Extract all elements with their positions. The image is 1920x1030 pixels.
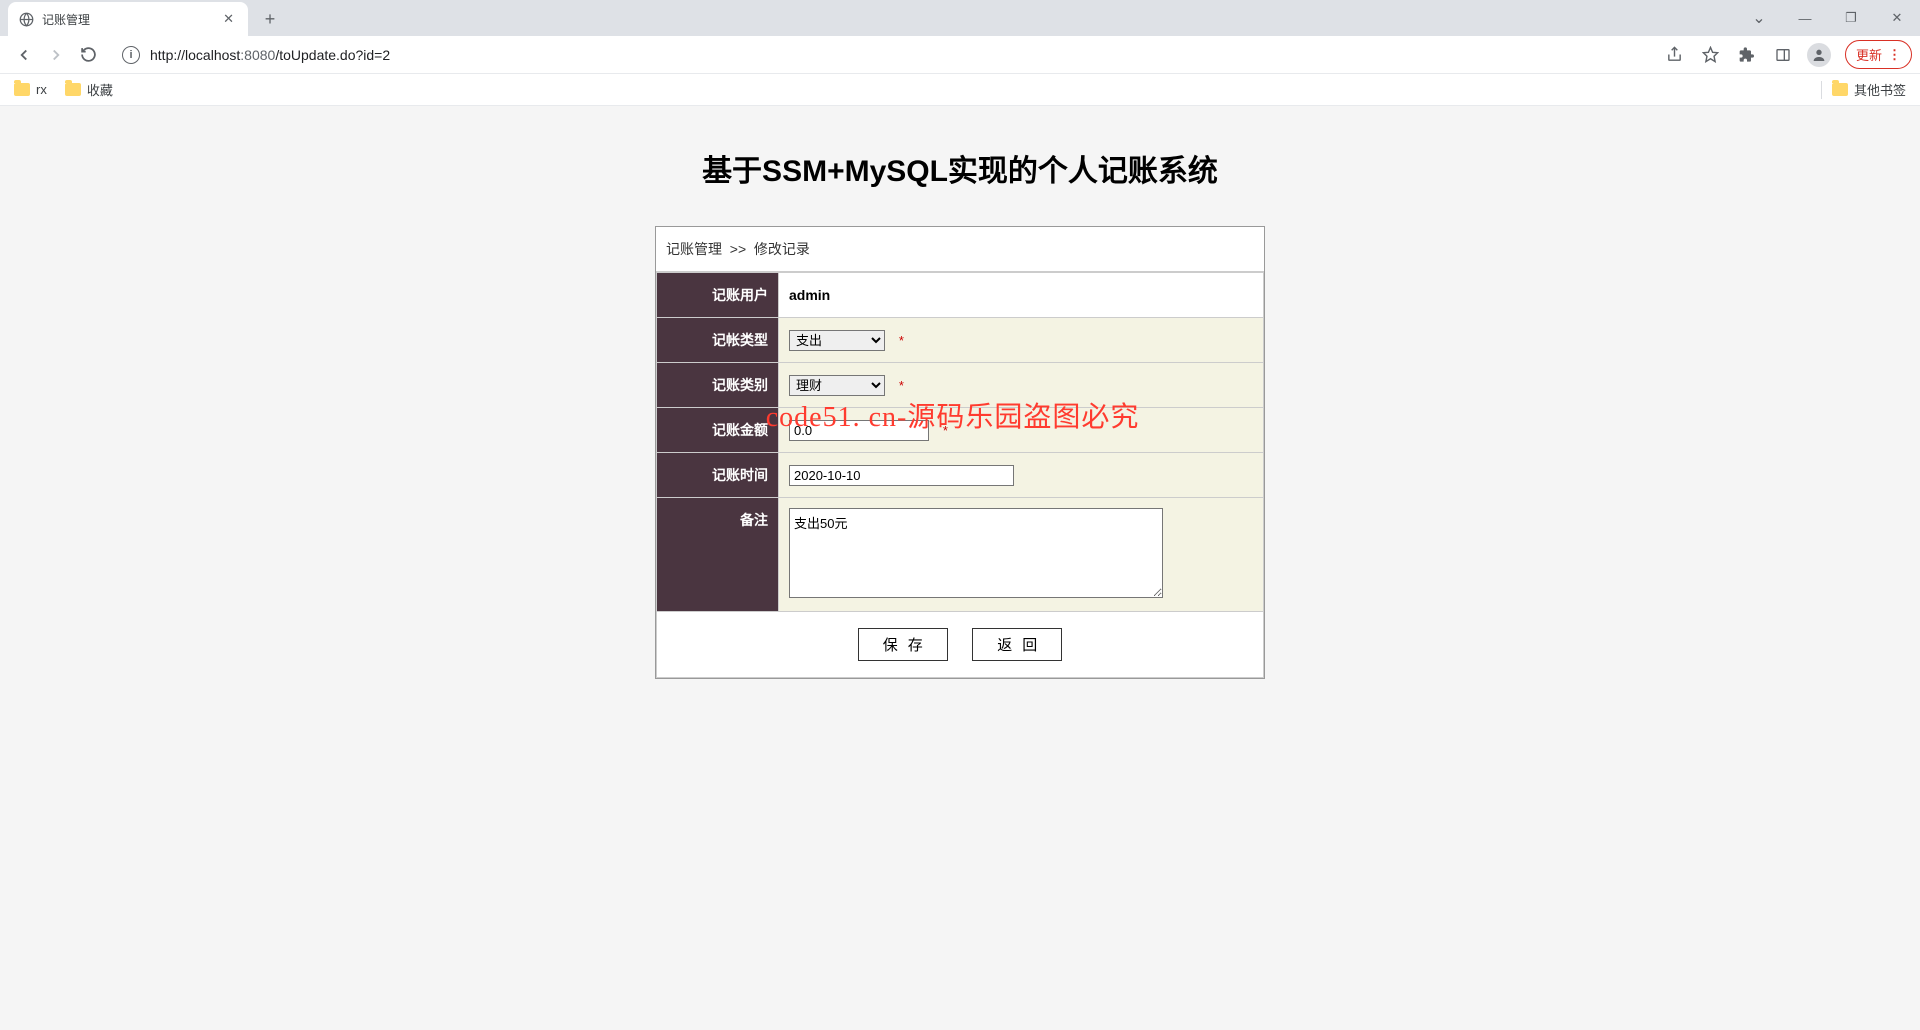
breadcrumb-current: 修改记录: [754, 241, 810, 257]
toolbar-right: 更新 ⋮: [1659, 39, 1912, 71]
site-info-icon[interactable]: i: [122, 46, 140, 64]
row-buttons: 保存 返回: [657, 612, 1264, 678]
maximize-button[interactable]: ❐: [1828, 0, 1874, 36]
label-category: 记账类别: [657, 363, 779, 408]
breadcrumb-root[interactable]: 记账管理: [666, 241, 722, 257]
divider: [1821, 81, 1822, 99]
bookmark-other[interactable]: 其他书签: [1832, 80, 1906, 99]
required-mark: *: [899, 333, 904, 348]
url-bar: i http://localhost:8080/toUpdate.do?id=2: [0, 36, 1920, 74]
share-icon[interactable]: [1659, 39, 1691, 71]
minimize-button[interactable]: —: [1782, 0, 1828, 36]
form-container: 记账管理 >> 修改记录 记账用户 admin 记帐类型 支出 * 记账类别: [655, 226, 1265, 679]
label-type: 记帐类型: [657, 318, 779, 363]
close-window-button[interactable]: ✕: [1874, 0, 1920, 36]
forward-button[interactable]: [40, 39, 72, 71]
tab-bar: 记账管理 ✕ + ⌄ — ❐ ✕: [0, 0, 1920, 36]
bookmarks-bar: rx 收藏 其他书签: [0, 74, 1920, 106]
required-mark: *: [943, 423, 948, 438]
folder-icon: [65, 83, 81, 96]
bookmark-label: 收藏: [87, 80, 113, 99]
row-category: 记账类别 理财 *: [657, 363, 1264, 408]
bookmark-label: 其他书签: [1854, 80, 1906, 99]
url-field[interactable]: i http://localhost:8080/toUpdate.do?id=2: [112, 40, 1651, 70]
browser-tab[interactable]: 记账管理 ✕: [8, 2, 248, 36]
page-title: 基于SSM+MySQL实现的个人记账系统: [0, 146, 1920, 190]
label-amount: 记账金额: [657, 408, 779, 453]
row-date: 记账时间: [657, 453, 1264, 498]
new-tab-button[interactable]: +: [256, 5, 284, 33]
close-tab-icon[interactable]: ✕: [219, 11, 238, 27]
reload-button[interactable]: [72, 39, 104, 71]
tab-title: 记账管理: [42, 11, 219, 28]
folder-icon: [14, 83, 30, 96]
value-type-cell: 支出 *: [779, 318, 1264, 363]
avatar-icon: [1807, 43, 1831, 67]
button-row: 保存 返回: [657, 612, 1264, 678]
page-content: 基于SSM+MySQL实现的个人记账系统 记账管理 >> 修改记录 记账用户 a…: [0, 106, 1920, 1030]
globe-icon: [18, 11, 34, 27]
url-text: http://localhost:8080/toUpdate.do?id=2: [150, 47, 390, 63]
side-panel-icon[interactable]: [1767, 39, 1799, 71]
value-date-cell: [779, 453, 1264, 498]
date-input[interactable]: [789, 465, 1014, 486]
value-category-cell: 理财 *: [779, 363, 1264, 408]
row-amount: 记账金额 *: [657, 408, 1264, 453]
label-date: 记账时间: [657, 453, 779, 498]
type-select[interactable]: 支出: [789, 330, 885, 351]
tab-dropdown-icon[interactable]: ⌄: [1736, 0, 1782, 36]
browser-chrome: 记账管理 ✕ + ⌄ — ❐ ✕ i http://localhost:8080…: [0, 0, 1920, 106]
menu-dots-icon: ⋮: [1888, 47, 1901, 63]
window-controls: ⌄ — ❐ ✕: [1736, 0, 1920, 36]
back-button[interactable]: 返回: [972, 628, 1062, 661]
profile-avatar[interactable]: [1803, 39, 1835, 71]
label-user: 记账用户: [657, 273, 779, 318]
label-remark: 备注: [657, 498, 779, 612]
update-button[interactable]: 更新 ⋮: [1845, 40, 1912, 69]
value-amount-cell: *: [779, 408, 1264, 453]
extensions-icon[interactable]: [1731, 39, 1763, 71]
value-user: admin: [779, 273, 1264, 318]
required-mark: *: [899, 378, 904, 393]
form-table: 记账用户 admin 记帐类型 支出 * 记账类别 理财 *: [656, 272, 1264, 678]
folder-icon: [1832, 83, 1848, 96]
amount-input[interactable]: [789, 420, 929, 441]
bookmark-rx[interactable]: rx: [14, 82, 47, 97]
row-remark: 备注: [657, 498, 1264, 612]
update-label: 更新: [1856, 45, 1882, 64]
bookmark-favorites[interactable]: 收藏: [65, 80, 113, 99]
bookmark-star-icon[interactable]: [1695, 39, 1727, 71]
breadcrumb: 记账管理 >> 修改记录: [656, 227, 1264, 272]
bookmark-label: rx: [36, 82, 47, 97]
row-type: 记帐类型 支出 *: [657, 318, 1264, 363]
remark-textarea[interactable]: [789, 508, 1163, 598]
back-button[interactable]: [8, 39, 40, 71]
category-select[interactable]: 理财: [789, 375, 885, 396]
save-button[interactable]: 保存: [858, 628, 948, 661]
value-remark-cell: [779, 498, 1264, 612]
row-user: 记账用户 admin: [657, 273, 1264, 318]
